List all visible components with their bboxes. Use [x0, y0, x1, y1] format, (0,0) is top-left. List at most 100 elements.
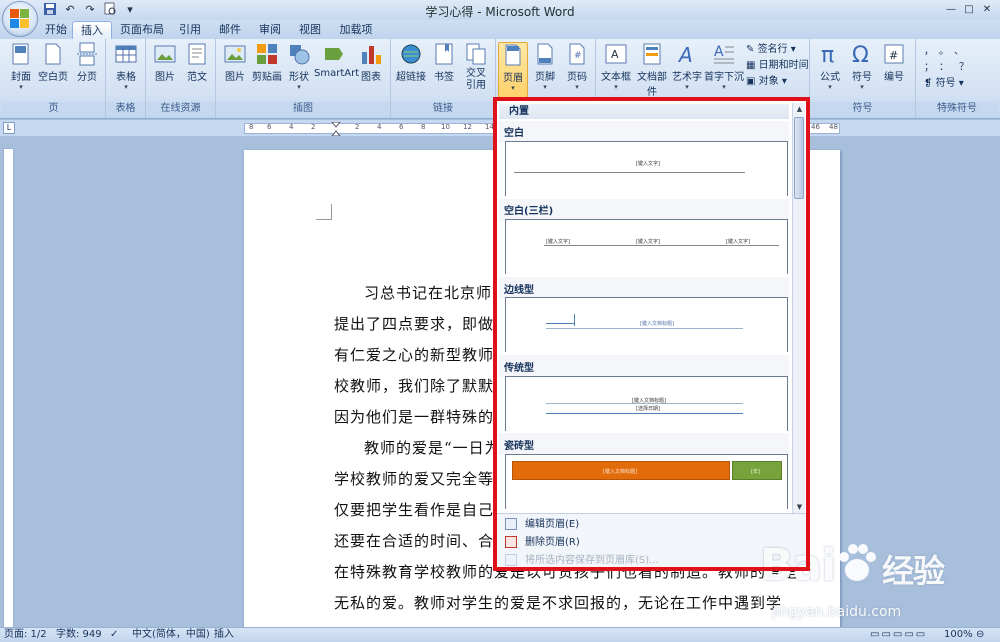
document-line[interactable]: 提出了四点要求，即做有 — [334, 313, 510, 334]
chart-button[interactable]: 图表 — [356, 42, 386, 92]
vertical-ruler[interactable] — [3, 148, 14, 628]
document-line[interactable]: 学校教师的爱又完全等同 — [334, 468, 510, 489]
paw-icon — [839, 544, 876, 581]
bookmark-button[interactable]: 书签 — [429, 42, 459, 92]
equation-button[interactable]: π 公式 ▾ — [814, 42, 846, 92]
maximize-icon[interactable]: □ — [960, 2, 978, 18]
group-tables: 表格 ▾ 表格 — [106, 39, 146, 118]
document-line[interactable]: 因为他们是一群特殊的人 — [334, 406, 510, 427]
shapes-icon — [290, 45, 310, 65]
header-template-blank[interactable]: [键入文字] — [505, 141, 788, 196]
document-line[interactable]: 校教师，我们除了默默的 — [334, 375, 510, 396]
close-icon[interactable]: ✕ — [978, 2, 996, 18]
zoom-level[interactable]: 100% — [944, 628, 973, 642]
gallery-category-title: 传统型 — [504, 363, 534, 374]
numbering-button[interactable]: # 编号 — [878, 42, 910, 92]
quick-parts-button[interactable]: 文档部件▾ — [634, 42, 670, 106]
sample-text-icon — [188, 43, 206, 65]
minimize-icon[interactable]: — — [942, 2, 960, 18]
numbering-icon: # — [884, 44, 904, 64]
shapes-button[interactable]: 形状 ▾ — [284, 42, 314, 92]
smartart-icon — [325, 48, 343, 60]
document-line[interactable]: 还要在合适的时间、合理 — [334, 530, 510, 551]
margin-corner-mark — [316, 204, 332, 220]
hyperlink-button[interactable]: 超链接 — [393, 42, 429, 92]
baidu-jingyan-watermark: Bai 经验 jingyan.baidu.com — [760, 540, 945, 620]
footer-button[interactable]: 页脚 ▾ — [530, 42, 560, 92]
insert-mode-indicator[interactable]: 插入 — [214, 628, 234, 642]
page-count[interactable]: 页面: 1/2 — [4, 628, 47, 642]
group-special-symbols: ，。、 ；：？ ❡ 符号 ▾ 特殊符号 — [916, 39, 998, 118]
group-links: 超链接 书签 交叉引用 链接 — [391, 39, 496, 118]
wordart-button[interactable]: A 艺术字 ▾ — [670, 42, 704, 92]
header-template-traditional[interactable]: [键入文档标题] [选择日期] — [505, 376, 788, 431]
svg-text:#: # — [574, 51, 582, 61]
tab-view[interactable]: 视图 — [294, 21, 326, 39]
header-button[interactable]: 页眉 ▾ — [498, 42, 528, 98]
special-symbol-button[interactable]: ❡ 符号 ▾ — [924, 77, 964, 91]
document-line[interactable]: 无私的爱。教师对学生的爱是不求回报的，无论在工作中遇到学 — [334, 592, 782, 613]
scrollbar-thumb[interactable] — [794, 117, 804, 199]
word-count[interactable]: 字数: 949 — [56, 628, 102, 642]
signature-line-button[interactable]: ✎ 签名行 ▾ — [746, 43, 796, 57]
cross-reference-button[interactable]: 交叉引用 — [459, 42, 493, 92]
tab-mailings[interactable]: 邮件 — [214, 21, 246, 39]
proofing-icon[interactable]: ✓ — [110, 628, 118, 642]
drop-cap-icon: A — [714, 44, 734, 64]
tab-review[interactable]: 审阅 — [254, 21, 286, 39]
scroll-up-icon[interactable]: ▲ — [793, 103, 806, 115]
group-online-resources: 图片 范文 在线资源 — [146, 39, 216, 118]
smartart-button[interactable]: SmartArt — [314, 42, 359, 92]
header-template-tiles[interactable]: [键入文档标题] [年] — [505, 454, 788, 509]
office-button[interactable] — [2, 1, 38, 37]
svg-text:A: A — [611, 48, 619, 61]
special-symbols-row-2[interactable]: ；：？ — [924, 61, 979, 75]
cover-page-button[interactable]: 封面 ▾ — [6, 42, 36, 92]
tab-add-ins[interactable]: 加载项 — [334, 21, 378, 39]
tab-insert[interactable]: 插入 — [72, 21, 112, 39]
table-button[interactable]: 表格 ▾ — [110, 42, 142, 92]
page-break-button[interactable]: 分页 — [72, 42, 102, 92]
svg-text:π: π — [821, 43, 834, 66]
clip-art-button[interactable]: 剪贴画 — [250, 42, 284, 92]
scroll-down-icon[interactable]: ▼ — [793, 501, 806, 513]
pi-icon: π — [821, 43, 834, 66]
text-box-button[interactable]: A 文本框 ▾ — [598, 42, 634, 92]
svg-text:A: A — [714, 44, 724, 60]
tab-references[interactable]: 引用 — [174, 21, 206, 39]
document-line[interactable]: 习总书记在北京师范 — [364, 282, 508, 303]
window-title: 学习心得 - Microsoft Word — [425, 5, 575, 19]
svg-text:#: # — [889, 49, 898, 62]
remove-header-menu-item[interactable]: 删除页眉(R) — [505, 535, 580, 551]
office-logo-icon — [10, 9, 30, 29]
gallery-category-title: 空白(三栏) — [504, 206, 554, 217]
sample-text-button[interactable]: 范文 — [182, 42, 212, 92]
tab-page-layout[interactable]: 页面布局 — [116, 21, 168, 39]
header-template-sideline[interactable]: [键入文档标题] — [505, 297, 788, 352]
symbol-button[interactable]: Ω 符号 ▾ — [846, 42, 878, 92]
indent-marker-icon[interactable] — [331, 122, 341, 136]
header-template-blank-three-columns[interactable]: [键入文字] [键入文字] [键入文字] — [505, 219, 788, 274]
special-symbols-row-1[interactable]: ，。、 — [924, 45, 974, 59]
date-time-button[interactable]: ▦ 日期和时间 — [746, 59, 809, 73]
zoom-out-icon[interactable]: ⊖ — [976, 628, 984, 642]
document-line[interactable]: 仅要把学生看作是自己的 — [334, 499, 510, 520]
online-picture-button[interactable]: 图片 — [150, 42, 180, 92]
view-buttons[interactable]: ▭▭▭▭▭ — [870, 628, 927, 642]
blank-page-button[interactable]: 空白页 — [38, 42, 68, 92]
drop-cap-button[interactable]: A 首字下沉 ▾ — [704, 42, 744, 92]
gallery-category-title: 瓷砖型 — [504, 441, 534, 452]
document-line[interactable]: 教师的爱是“一日为 — [364, 437, 501, 458]
picture-button[interactable]: 图片 — [220, 42, 250, 92]
language-indicator[interactable]: 中文(简体，中国) — [132, 628, 210, 642]
picture-icon — [154, 45, 176, 63]
gallery-scrollbar[interactable]: ▲ ▼ — [792, 103, 805, 513]
edit-header-menu-item[interactable]: 编辑页眉(E) — [505, 517, 579, 533]
object-button[interactable]: ▣ 对象 ▾ — [746, 75, 787, 89]
edit-header-icon — [505, 518, 517, 530]
remove-header-icon — [505, 536, 517, 548]
tab-selector-icon[interactable]: L — [3, 122, 15, 134]
document-line[interactable]: 有仁爱之心的新型教师。 — [334, 344, 510, 365]
tab-home[interactable]: 开始 — [40, 21, 72, 39]
page-number-button[interactable]: # 页码 ▾ — [562, 42, 592, 92]
